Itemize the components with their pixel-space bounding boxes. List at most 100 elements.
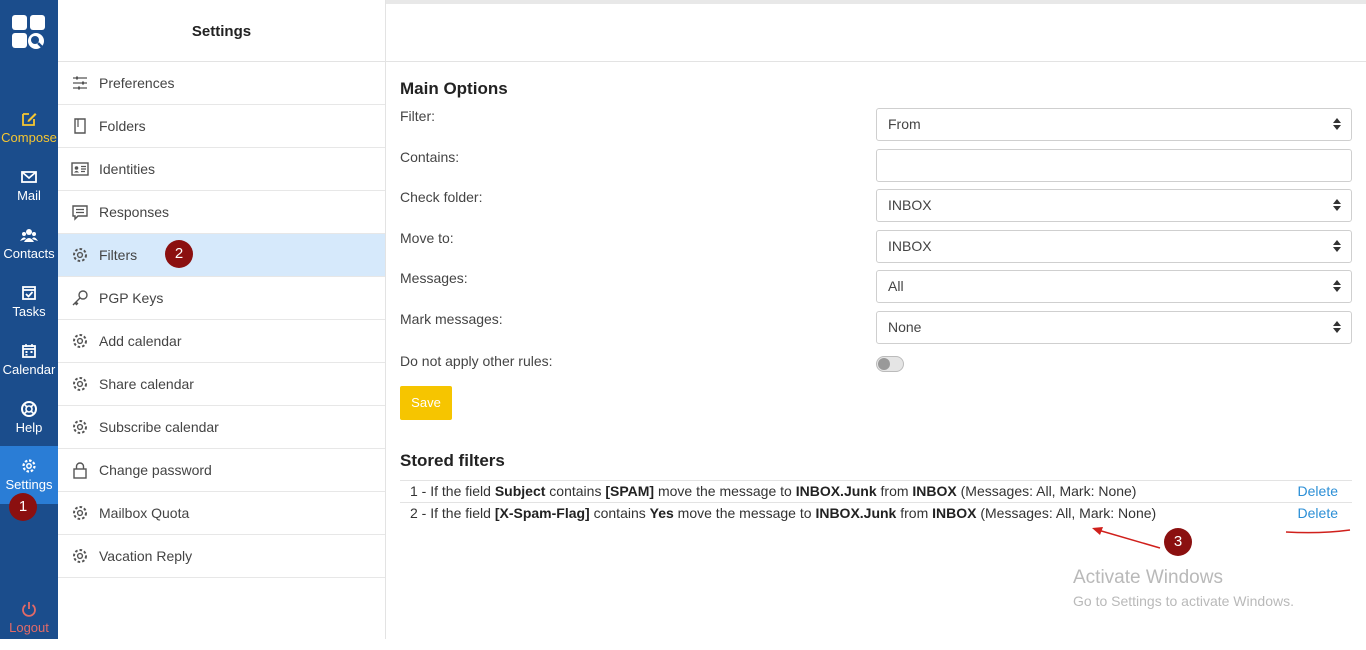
taskbar-tasks[interactable]: Tasks xyxy=(0,278,58,334)
taskbar-label: Tasks xyxy=(12,304,46,319)
contacts-icon xyxy=(20,229,38,242)
taskbar-help[interactable]: Help xyxy=(0,394,58,450)
annotation-badge: 1 xyxy=(9,493,37,521)
taskbar-label: Compose xyxy=(1,130,57,145)
no-other-rules-row: Do not apply other rules: xyxy=(400,353,1352,387)
contains-row: Contains: xyxy=(400,149,1352,183)
settings-item-label: Preferences xyxy=(99,75,175,91)
taskbar-label: Mail xyxy=(17,188,41,203)
check-folder-label: Check folder: xyxy=(400,189,483,205)
filter-text: from xyxy=(896,505,933,521)
settings-item-identities[interactable]: Identities xyxy=(58,148,385,191)
taskbar-contacts[interactable]: Contacts xyxy=(0,220,58,276)
filter-text: move the message to xyxy=(673,505,816,521)
stored-filters-title: Stored filters xyxy=(400,451,505,470)
filter-value: [SPAM] xyxy=(605,483,655,499)
select-arrows-icon xyxy=(1333,321,1341,333)
settings-item-subscribe-calendar[interactable]: Subscribe calendar xyxy=(58,406,385,449)
taskbar-compose[interactable]: Compose xyxy=(0,104,58,160)
watermark-title: Activate Windows xyxy=(1073,567,1223,588)
folder-icon xyxy=(74,118,86,134)
select-arrows-icon xyxy=(1333,118,1341,130)
settings-item-label: Filters xyxy=(99,247,138,263)
filter-text: (Messages: All, Mark: None) xyxy=(976,505,1157,521)
app-logo-icon xyxy=(12,15,45,50)
tasks-icon xyxy=(22,286,36,300)
filter-source: INBOX xyxy=(932,505,977,521)
main-toolbar xyxy=(386,0,1366,62)
select-arrows-icon xyxy=(1333,199,1341,211)
filter-select-value: From xyxy=(888,116,921,132)
select-arrows-icon xyxy=(1333,280,1341,292)
messages-label: Messages: xyxy=(400,270,468,286)
check-folder-select[interactable]: INBOX xyxy=(876,189,1352,222)
settings-item-responses[interactable]: Responses xyxy=(58,191,385,234)
settings-item-label: Add calendar xyxy=(99,333,182,349)
taskbar: Compose Mail Contacts Tasks Calendar Hel… xyxy=(0,0,58,639)
taskbar-label: Settings xyxy=(5,477,53,492)
lock-icon xyxy=(73,462,87,479)
settings-item-change-password[interactable]: Change password xyxy=(58,449,385,492)
taskbar-label: Calendar xyxy=(2,362,56,377)
move-to-value: INBOX xyxy=(888,238,932,254)
filter-text: contains xyxy=(589,505,650,521)
settings-item-add-calendar[interactable]: Add calendar xyxy=(58,320,385,363)
delete-filter-link[interactable]: Delete xyxy=(1298,481,1338,502)
check-folder-value: INBOX xyxy=(888,197,932,213)
gear-icon xyxy=(22,459,36,473)
message-icon xyxy=(72,205,88,221)
settings-item-label: Folders xyxy=(99,118,146,134)
contains-input[interactable] xyxy=(876,149,1352,182)
toggle-knob xyxy=(878,358,890,370)
mark-messages-row: Mark messages: None xyxy=(400,311,1352,345)
settings-item-preferences[interactable]: Preferences xyxy=(58,62,385,105)
main-options-title: Main Options xyxy=(400,79,508,98)
filter-label: Filter: xyxy=(400,108,435,124)
move-to-select[interactable]: INBOX xyxy=(876,230,1352,263)
settings-item-label: Share calendar xyxy=(99,376,194,392)
check-folder-row: Check folder: INBOX xyxy=(400,189,1352,223)
taskbar-calendar[interactable]: Calendar xyxy=(0,336,58,392)
settings-item-pgp-keys[interactable]: PGP Keys xyxy=(58,277,385,320)
compose-icon xyxy=(22,113,37,126)
settings-item-folders[interactable]: Folders xyxy=(58,105,385,148)
power-icon xyxy=(22,602,36,617)
sliders-icon xyxy=(73,76,87,90)
taskbar-label: Logout xyxy=(9,620,49,635)
taskbar-label: Contacts xyxy=(3,246,55,261)
gear-icon xyxy=(73,420,87,434)
settings-item-share-calendar[interactable]: Share calendar xyxy=(58,363,385,406)
settings-item-label: Identities xyxy=(99,161,156,177)
save-button[interactable]: Save xyxy=(400,386,452,420)
gear-icon xyxy=(73,248,87,262)
settings-item-mailbox-quota[interactable]: Mailbox Quota xyxy=(58,492,385,535)
help-icon xyxy=(21,401,37,417)
filter-field: [X-Spam-Flag] xyxy=(494,505,590,521)
filter-select[interactable]: From xyxy=(876,108,1352,141)
gear-icon xyxy=(73,549,87,563)
settings-item-filters[interactable]: Filters xyxy=(58,234,385,277)
select-arrows-icon xyxy=(1333,240,1341,252)
filter-row: Filter: From xyxy=(400,108,1352,142)
no-other-rules-toggle[interactable] xyxy=(876,356,904,372)
taskbar-label: Help xyxy=(15,420,43,435)
settings-item-label: Responses xyxy=(99,204,170,220)
settings-panel: Settings Preferences Folders Identities … xyxy=(58,0,386,639)
taskbar-mail[interactable]: Mail xyxy=(0,162,58,218)
delete-filter-link[interactable]: Delete xyxy=(1298,503,1338,524)
mark-messages-select[interactable]: None xyxy=(876,311,1352,344)
stored-filter-row: 2 - If the field [X-Spam-Flag] contains … xyxy=(400,502,1352,524)
move-to-row: Move to: INBOX xyxy=(400,230,1352,264)
filter-text: move the message to xyxy=(654,483,796,499)
main-content: Main Options Filter: From Contains: Chec… xyxy=(386,0,1366,639)
filter-target: INBOX.Junk xyxy=(815,505,897,521)
settings-title: Settings xyxy=(58,0,385,62)
watermark-subtitle: Go to Settings to activate Windows. xyxy=(1073,593,1294,609)
annotation-badge: 3 xyxy=(1164,528,1192,556)
settings-item-vacation-reply[interactable]: Vacation Reply xyxy=(58,535,385,578)
taskbar-logout[interactable]: Logout xyxy=(0,594,58,650)
annotation-badge: 2 xyxy=(165,240,193,268)
messages-select[interactable]: All xyxy=(876,270,1352,303)
gear-icon xyxy=(73,506,87,520)
gear-icon xyxy=(73,334,87,348)
